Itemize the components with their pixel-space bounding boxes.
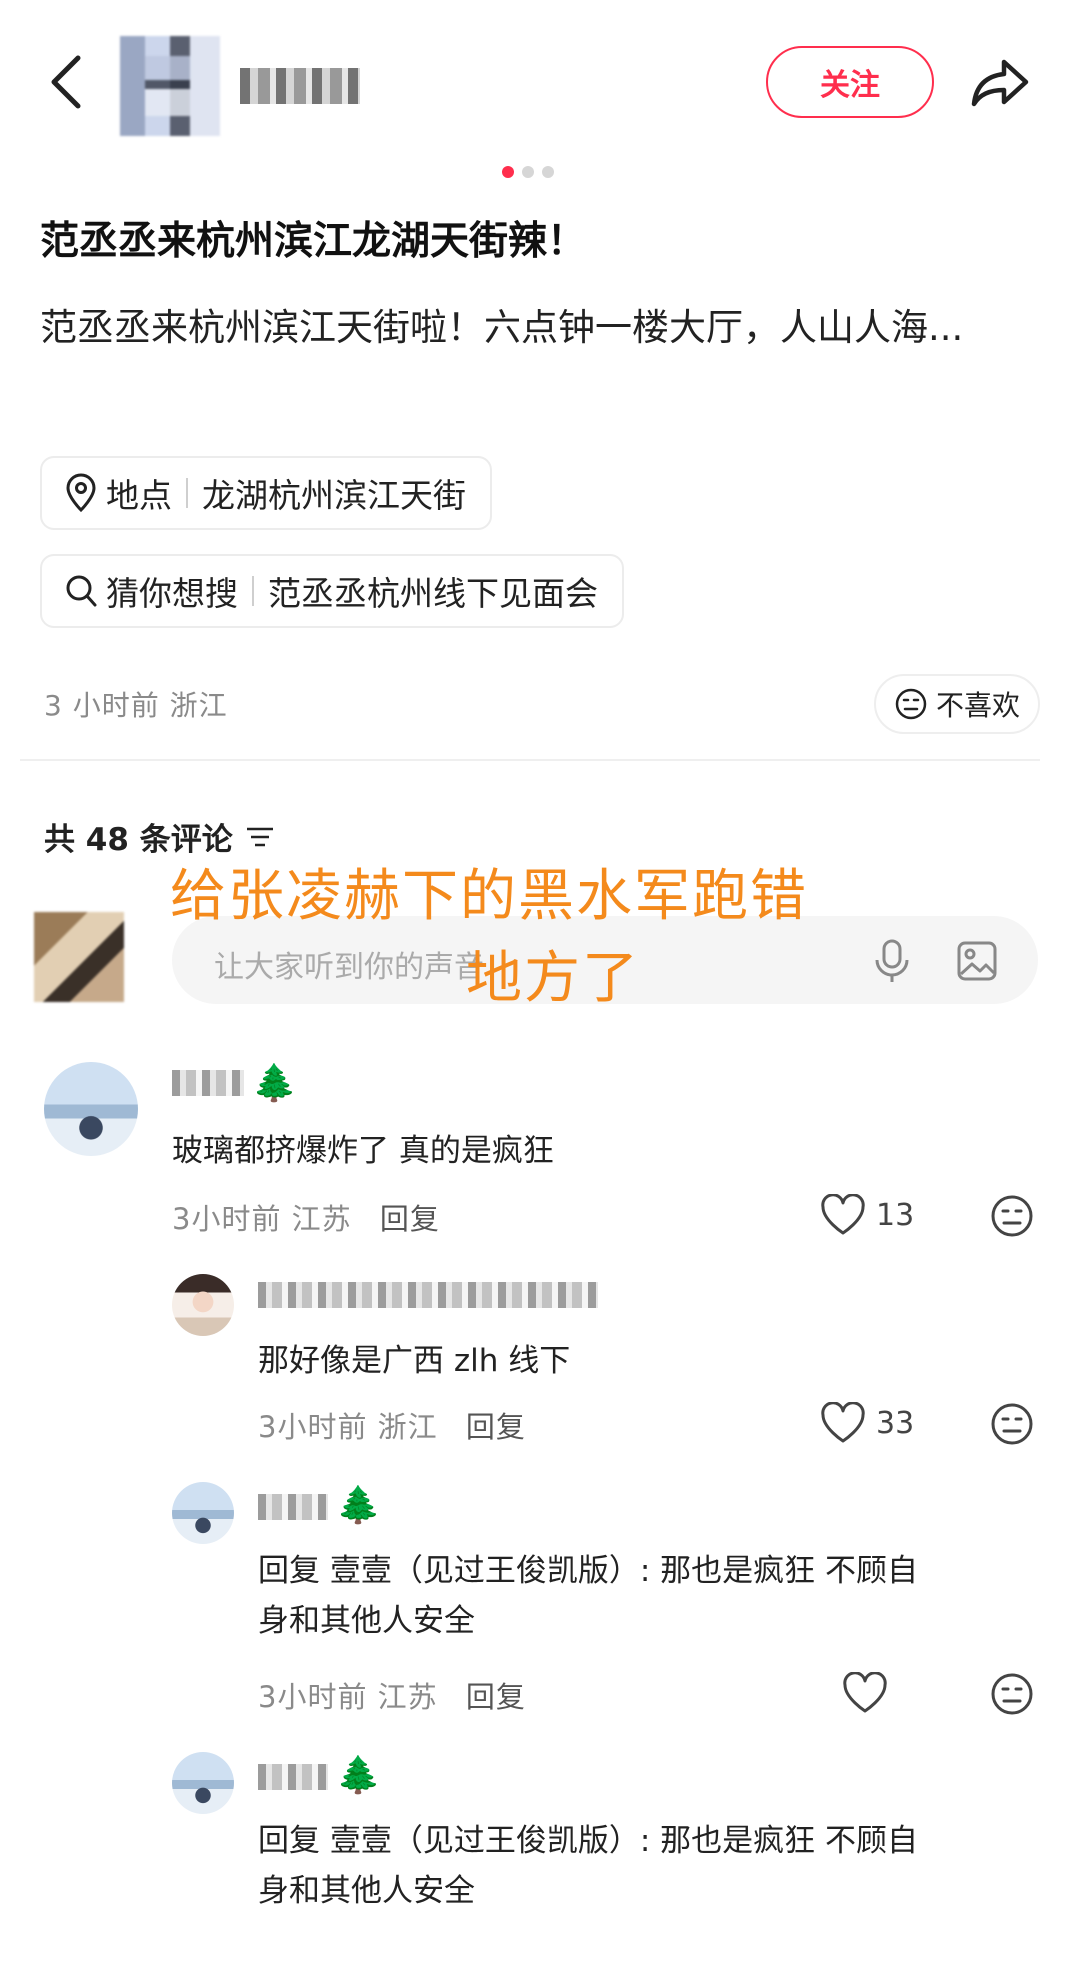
heart-icon	[821, 1194, 865, 1235]
post-body[interactable]: 范丞丞来杭州滨江天街啦！六点钟一楼大厅，人山人海...	[40, 296, 1040, 360]
comment-text-line: 回复 壹壹（见过王俊凯版）: 那也是疯狂 不顾自	[258, 1823, 919, 1859]
comment-text[interactable]: 那好像是广西 zlh 线下	[258, 1336, 570, 1386]
location-value: 龙湖杭州滨江天街	[202, 476, 466, 515]
carousel-indicator	[502, 166, 554, 178]
comment-text-line: 身和其他人安全	[258, 1873, 475, 1909]
dislike-face-icon[interactable]	[990, 1672, 1034, 1716]
comment-meta: 3小时前 江苏 回复	[258, 1674, 526, 1716]
annotation-line-2: 地方了	[466, 946, 640, 1011]
carousel-dot-active	[502, 166, 514, 178]
chip-divider	[252, 576, 254, 606]
annotation-line-1: 给张凌赫下的黑水军跑错	[170, 864, 808, 929]
heart-icon	[821, 1402, 865, 1443]
share-icon[interactable]	[970, 56, 1030, 110]
screen: 关注 范丞丞来杭州滨江龙湖天街辣！ 范丞丞来杭州滨江天街啦！六点钟一楼大厅，人山…	[0, 0, 1080, 1964]
comment-text[interactable]: 回复 壹壹（见过王俊凯版）: 那也是疯狂 不顾自 身和其他人安全	[258, 1546, 918, 1646]
dislike-label: 不喜欢	[936, 689, 1021, 722]
reply-button[interactable]: 回复	[466, 1680, 526, 1714]
reply-button[interactable]: 回复	[380, 1202, 440, 1236]
commenter-avatar[interactable]	[172, 1482, 234, 1544]
sort-icon[interactable]	[245, 825, 275, 849]
carousel-dot	[542, 166, 554, 178]
post-title: 范丞丞来杭州滨江龙湖天街辣！	[40, 219, 587, 264]
like-button[interactable]	[842, 1672, 898, 1714]
like-button[interactable]: 33	[820, 1402, 914, 1444]
commenter-avatar[interactable]	[172, 1274, 234, 1336]
commenter-name-blurred[interactable]	[258, 1494, 328, 1520]
like-count: 33	[876, 1405, 915, 1441]
search-icon	[66, 575, 97, 607]
commenter-name-blurred[interactable]	[258, 1764, 328, 1790]
commenter-name-blurred[interactable]	[258, 1282, 598, 1308]
commenter-avatar[interactable]	[44, 1062, 138, 1156]
back-arrow-icon[interactable]	[44, 52, 88, 112]
tree-emoji-icon: 🌲	[336, 1755, 381, 1796]
comment-text[interactable]: 回复 壹壹（见过王俊凯版）: 那也是疯狂 不顾自 身和其他人安全	[258, 1816, 918, 1916]
location-chip[interactable]: 地点 龙湖杭州滨江天街	[40, 456, 492, 530]
commenter-name-blurred[interactable]	[172, 1070, 244, 1096]
comment-time-location: 3小时前 江苏	[172, 1202, 352, 1236]
dislike-button[interactable]: 不喜欢	[874, 674, 1041, 734]
reply-button[interactable]: 回复	[466, 1410, 526, 1444]
comment-count[interactable]: 共 48 条评论	[44, 814, 275, 859]
author-name-blurred[interactable]	[240, 68, 360, 104]
dislike-face-icon[interactable]	[990, 1402, 1034, 1446]
search-suggestion-label: 猜你想搜	[106, 574, 238, 613]
comment-time-location: 3小时前 江苏	[258, 1680, 438, 1714]
comment-time-location: 3小时前 浙江	[258, 1410, 438, 1444]
annotation-overlay: 给张凌赫下的黑水军跑错 地方了	[170, 856, 990, 1020]
current-user-avatar	[34, 912, 124, 1002]
comment-text-line: 身和其他人安全	[258, 1603, 475, 1639]
follow-button[interactable]: 关注	[766, 46, 934, 118]
neutral-face-icon	[895, 688, 927, 720]
location-pin-icon	[66, 473, 96, 513]
search-suggestion-chip[interactable]: 猜你想搜 范丞丞杭州线下见面会	[40, 554, 624, 628]
chip-divider	[186, 478, 188, 508]
location-label: 地点	[106, 476, 172, 515]
commenter-avatar[interactable]	[172, 1752, 234, 1814]
post-meta: 3 小时前 浙江	[44, 689, 228, 722]
like-count: 13	[876, 1197, 915, 1233]
comment-count-text: 共 48 条评论	[44, 822, 233, 858]
comment-text[interactable]: 玻璃都挤爆炸了 真的是疯狂	[172, 1126, 554, 1176]
heart-icon	[843, 1672, 887, 1713]
tree-emoji-icon: 🌲	[336, 1485, 381, 1526]
comment-meta: 3小时前 浙江 回复	[258, 1404, 526, 1446]
comment-meta: 3小时前 江苏 回复	[172, 1196, 440, 1238]
section-divider	[20, 759, 1040, 761]
author-avatar[interactable]	[120, 36, 220, 136]
tree-emoji-icon: 🌲	[252, 1063, 297, 1104]
carousel-dot	[522, 166, 534, 178]
search-suggestion-value: 范丞丞杭州线下见面会	[268, 574, 598, 613]
comment-text-line: 回复 壹壹（见过王俊凯版）: 那也是疯狂 不顾自	[258, 1553, 919, 1589]
dislike-face-icon[interactable]	[990, 1194, 1034, 1238]
like-button[interactable]: 13	[820, 1194, 914, 1236]
